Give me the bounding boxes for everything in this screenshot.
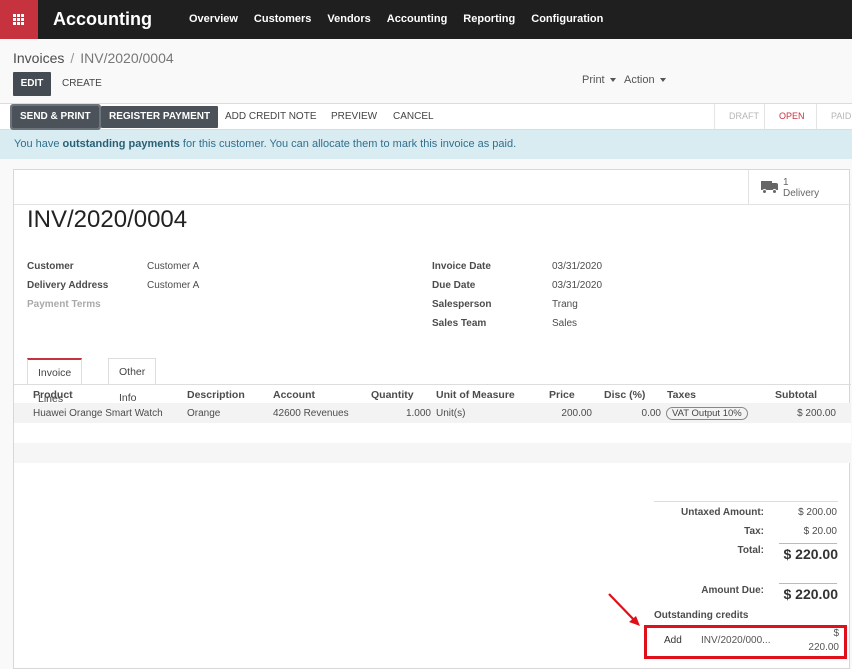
credit-reference: INV/2020/000... — [701, 635, 771, 646]
table-row-empty[interactable] — [14, 443, 851, 463]
menu-vendors[interactable]: Vendors — [319, 0, 378, 39]
cell-uom: Unit(s) — [436, 408, 466, 419]
col-price[interactable]: Price — [549, 389, 575, 401]
add-credit-note-button[interactable]: ADD CREDIT NOTE — [217, 106, 325, 128]
menu-accounting[interactable]: Accounting — [379, 0, 456, 39]
credit-amount-value: 220.00 — [808, 642, 839, 653]
col-subtotal[interactable]: Subtotal — [775, 389, 817, 401]
caret-down-icon — [659, 78, 666, 83]
tax-badge: VAT Output 10% — [666, 407, 748, 420]
payment-terms-label: Payment Terms — [27, 299, 101, 310]
due-separator — [779, 583, 837, 584]
status-bar: SEND & PRINT REGISTER PAYMENT ADD CREDIT… — [0, 103, 852, 130]
alert-strong: outstanding payments — [62, 138, 180, 150]
amount-due-label: Amount Due: — [701, 585, 764, 596]
col-description[interactable]: Description — [187, 389, 245, 401]
register-payment-button[interactable]: REGISTER PAYMENT — [101, 106, 219, 128]
col-product[interactable]: Product — [33, 389, 73, 401]
delivery-address-value[interactable]: Customer A — [147, 280, 199, 291]
cell-account: 42600 Revenues — [273, 408, 349, 419]
table-row-empty[interactable] — [14, 423, 851, 443]
create-button[interactable]: CREATE — [62, 72, 102, 96]
outstanding-payments-alert: You have outstanding payments for this c… — [0, 130, 852, 159]
caret-down-icon — [609, 78, 616, 83]
cell-price: 200.00 — [561, 408, 592, 419]
delivery-count: 1 — [783, 177, 789, 188]
tax-value: $ 20.00 — [803, 526, 837, 537]
invoice-date-value: 03/31/2020 — [552, 261, 603, 272]
col-quantity[interactable]: Quantity — [371, 389, 414, 401]
print-label: Print — [582, 74, 605, 86]
delivery-smart-button[interactable]: 1 Delivery — [748, 170, 851, 205]
sales-team-value[interactable]: Sales — [552, 318, 577, 329]
credit-amount: $ 220.00 — [799, 627, 839, 655]
print-dropdown[interactable]: Print — [582, 72, 616, 88]
menu-reporting[interactable]: Reporting — [455, 0, 523, 39]
tax-label: Tax: — [744, 526, 764, 537]
col-discount[interactable]: Disc (%) — [604, 389, 645, 401]
annotation-arrow-icon — [608, 593, 640, 626]
breadcrumb-current: INV/2020/0004 — [80, 50, 174, 66]
send-print-button[interactable]: SEND & PRINT — [10, 104, 101, 130]
salesperson-value[interactable]: Trang — [552, 299, 578, 310]
breadcrumb: Invoices / INV/2020/0004 — [13, 50, 174, 66]
delivery-label: Delivery — [783, 188, 820, 199]
total-value: $ 220.00 — [783, 546, 839, 562]
stage-paid[interactable]: PAID — [816, 104, 852, 129]
main-menu: Overview Customers Vendors Accounting Re… — [181, 0, 611, 39]
tab-divider — [14, 384, 851, 385]
add-credit-link[interactable]: Add — [664, 635, 682, 646]
cancel-button[interactable]: CANCEL — [385, 106, 442, 128]
col-account[interactable]: Account — [273, 389, 315, 401]
outstanding-credit-row: Add INV/2020/000... $ 220.00 — [644, 625, 847, 659]
cell-subtotal: $ 200.00 — [797, 408, 836, 419]
salesperson-label: Salesperson — [432, 299, 492, 310]
menu-customers[interactable]: Customers — [246, 0, 319, 39]
preview-button[interactable]: PREVIEW — [323, 106, 385, 128]
total-separator — [779, 543, 837, 544]
due-date-label: Due Date — [432, 280, 476, 291]
untaxed-amount-value: $ 200.00 — [798, 507, 837, 518]
truck-icon — [761, 180, 779, 194]
totals-top-border — [654, 501, 838, 502]
invoice-title: INV/2020/0004 — [27, 206, 188, 233]
tab-other-info[interactable]: Other Info — [108, 358, 157, 404]
edit-button[interactable]: EDIT — [13, 72, 51, 96]
breadcrumb-invoices[interactable]: Invoices — [13, 50, 64, 66]
customer-value[interactable]: Customer A — [147, 261, 199, 272]
cell-quantity: 1.000 — [405, 408, 431, 419]
action-dropdown[interactable]: Action — [624, 72, 666, 88]
menu-overview[interactable]: Overview — [181, 0, 246, 39]
menu-configuration[interactable]: Configuration — [523, 0, 611, 39]
status-stages: DRAFT OPEN PAID — [714, 104, 852, 129]
amount-due-value: $ 220.00 — [783, 586, 839, 602]
button-box: 1 Delivery — [14, 170, 851, 205]
tab-invoice-lines[interactable]: Invoice Lines — [27, 358, 83, 405]
customer-label: Customer — [27, 261, 74, 272]
total-label: Total: — [737, 545, 764, 556]
sales-team-label: Sales Team — [432, 318, 487, 329]
delivery-address-label: Delivery Address — [27, 280, 109, 291]
apps-menu-button[interactable] — [0, 0, 38, 39]
grid-icon — [13, 14, 25, 26]
outstanding-credits-title: Outstanding credits — [654, 610, 749, 621]
cell-discount: 0.00 — [641, 408, 661, 419]
alert-suffix: for this customer. You can allocate them… — [179, 138, 517, 150]
alert-prefix: You have — [14, 138, 63, 150]
action-label: Action — [624, 74, 655, 86]
col-uom[interactable]: Unit of Measure — [436, 389, 515, 401]
invoice-date-label: Invoice Date — [432, 261, 491, 272]
cell-description: Orange — [187, 408, 221, 419]
credit-amount-currency: $ — [833, 628, 839, 639]
col-taxes[interactable]: Taxes — [667, 389, 696, 401]
stage-open[interactable]: OPEN — [764, 104, 816, 129]
app-brand[interactable]: Accounting — [53, 9, 152, 30]
breadcrumb-separator: / — [70, 50, 75, 66]
invoice-sheet: 1 Delivery INV/2020/0004 Customer Custom… — [13, 169, 851, 669]
due-date-value: 03/31/2020 — [552, 280, 603, 291]
top-navbar: Accounting Overview Customers Vendors Ac… — [0, 0, 852, 39]
stage-draft[interactable]: DRAFT — [714, 104, 764, 129]
cell-product: Huawei Orange Smart Watch — [33, 408, 163, 419]
untaxed-amount-label: Untaxed Amount: — [681, 507, 764, 518]
